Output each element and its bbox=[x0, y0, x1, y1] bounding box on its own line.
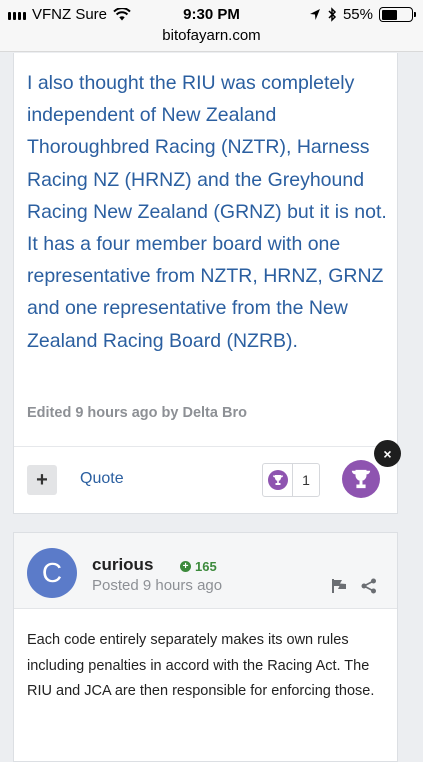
flag-icon[interactable] bbox=[332, 579, 348, 593]
bluetooth-icon bbox=[328, 7, 337, 22]
battery-fill bbox=[381, 9, 398, 20]
edited-note: Edited 9 hours ago by Delta Bro bbox=[27, 405, 247, 421]
multiquote-button[interactable]: + bbox=[27, 465, 57, 495]
share-icon[interactable] bbox=[361, 578, 377, 594]
close-reaction-button[interactable]: × bbox=[374, 440, 401, 467]
avatar[interactable]: C bbox=[27, 548, 77, 598]
trophy-icon bbox=[267, 470, 288, 490]
trophy-icon bbox=[351, 469, 371, 489]
battery-icon bbox=[379, 7, 416, 22]
page-url[interactable]: bitofayarn.com bbox=[0, 27, 423, 44]
location-arrow-icon bbox=[309, 9, 320, 20]
reputation-badge: + 165 bbox=[180, 559, 217, 574]
plus-icon: + bbox=[180, 561, 191, 572]
forum-post-2: C curious + 165 Posted 9 hours ago Each … bbox=[13, 532, 398, 762]
status-icons: 55% bbox=[309, 6, 416, 23]
post-header: C curious + 165 Posted 9 hours ago bbox=[14, 533, 397, 609]
reaction-count-button[interactable]: 1 bbox=[262, 463, 320, 497]
post-body: Each code entirely separately makes its … bbox=[27, 632, 375, 699]
divider bbox=[14, 446, 397, 447]
reaction-count: 1 bbox=[302, 472, 310, 488]
forum-post-1: I also thought the RIU was completely in… bbox=[13, 53, 401, 514]
react-trophy-button[interactable] bbox=[342, 460, 380, 498]
post-body: I also thought the RIU was completely in… bbox=[27, 72, 387, 352]
reaction-trophy bbox=[263, 464, 293, 496]
quote-button[interactable]: Quote bbox=[80, 470, 124, 488]
author-name[interactable]: curious bbox=[92, 555, 153, 575]
reputation-count: 165 bbox=[195, 559, 217, 574]
battery-percent: 55% bbox=[342, 6, 373, 23]
ios-status-bar: VFNZ Sure 9:30 PM 55% bitofayarn.com bbox=[0, 0, 423, 52]
posted-time[interactable]: Posted 9 hours ago bbox=[92, 577, 222, 594]
